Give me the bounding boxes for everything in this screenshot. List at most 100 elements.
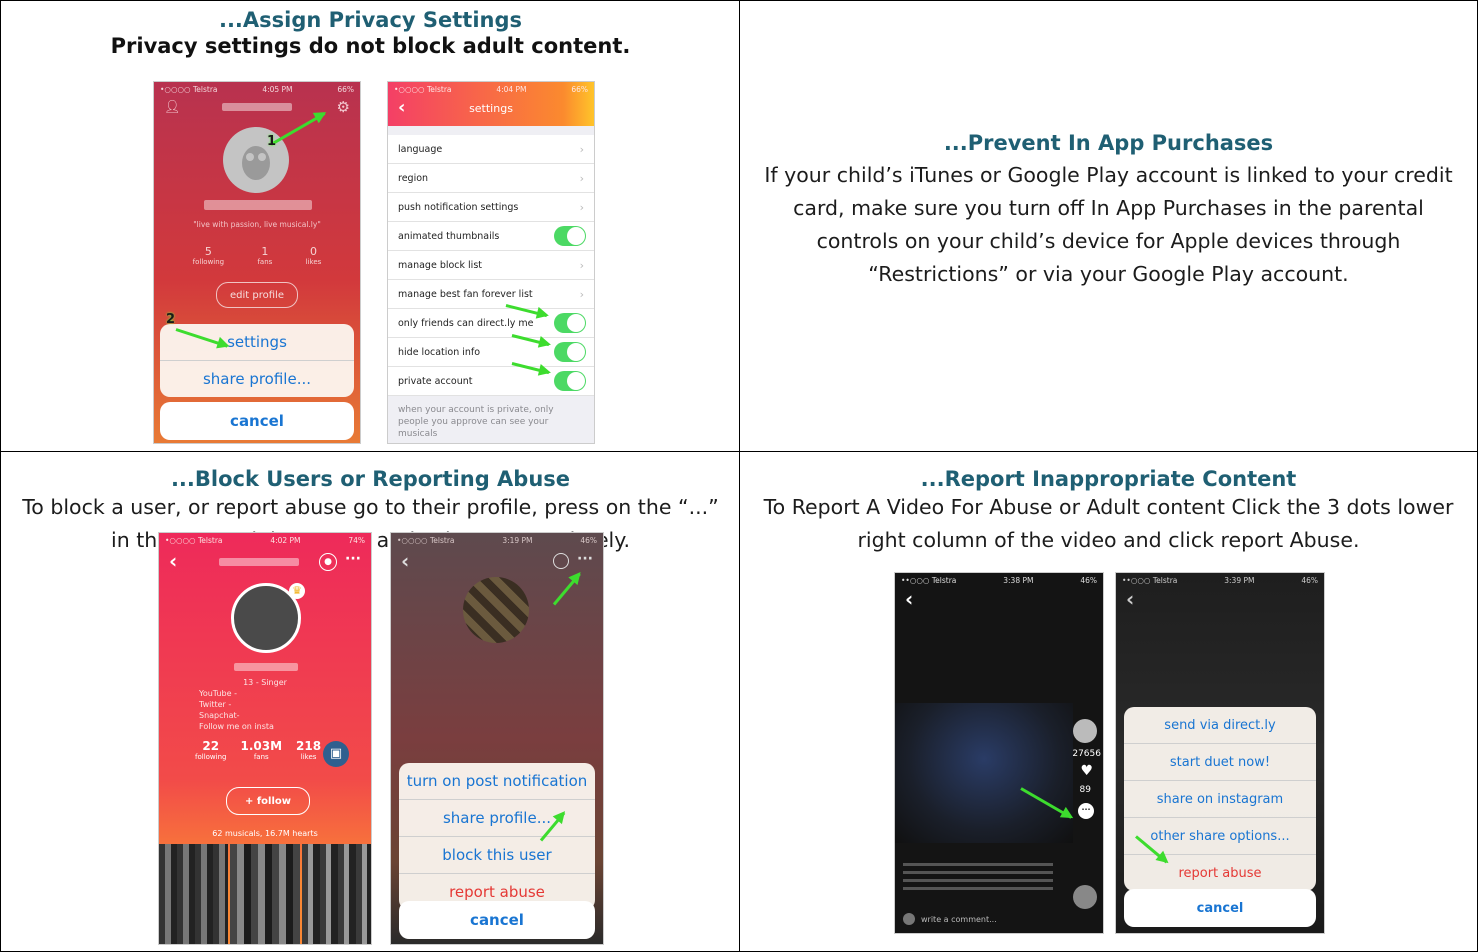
stat-following[interactable]: 22 following (195, 739, 226, 761)
follow-button[interactable]: + follow (226, 787, 310, 815)
send-direct-option[interactable]: send via direct.ly (1124, 707, 1316, 744)
chevron-right-icon: › (579, 142, 584, 156)
video-thumbnail[interactable] (159, 844, 229, 944)
settings-row[interactable]: push notification settings › (388, 193, 594, 222)
settings-list: language › region › push notification settin… (388, 135, 594, 396)
stat-following[interactable]: 5 following (193, 245, 224, 266)
screenshot-settings-list: •○○○○ Telstra 4:04 PM 66% ‹ settings lan… (387, 81, 595, 444)
cancel-button[interactable]: cancel (160, 402, 354, 440)
settings-row-label: language (398, 143, 443, 155)
back-chevron-icon[interactable]: ‹ (905, 587, 913, 611)
arrow-annotation (552, 572, 581, 606)
add-user-icon[interactable]: 👤︎ (164, 100, 181, 115)
settings-row-label: private account (398, 375, 473, 387)
settings-row[interactable]: manage block list › (388, 251, 594, 280)
screenshot-user-profile: •○○○○ Telstra 4:02 PM 74% ‹ ● ··· ♛ 13 -… (158, 532, 372, 945)
settings-row-label: region (398, 172, 429, 184)
settings-row[interactable]: language › (388, 135, 594, 164)
gear-icon[interactable]: ⚙ (337, 98, 350, 116)
comment-bar[interactable]: write a comment... (903, 911, 1063, 927)
screenshot-block-user: •○○○○ Telstra 3:19 PM 46% ‹ ··· turn on … (390, 532, 604, 945)
nav-title: settings (469, 102, 513, 115)
profile-stats: 5 following 1 fans 0 likes (154, 245, 360, 266)
settings-row-label: push notification settings (398, 201, 519, 213)
notification-bell-icon[interactable] (553, 553, 569, 569)
settings-row-label: animated thumbnails (398, 230, 500, 242)
status-bar: •○○○○ Telstra 4:04 PM 66% (394, 84, 588, 94)
avatar (463, 577, 529, 643)
start-duet-option[interactable]: start duet now! (1124, 744, 1316, 781)
block-user-option[interactable]: block this user (399, 837, 595, 874)
music-disc-icon[interactable] (1073, 885, 1097, 909)
heart-icon[interactable]: ♥ (1080, 763, 1093, 779)
bio-quote: "live with passion, live musical.ly" (193, 220, 321, 229)
comment-input[interactable]: write a comment... (921, 915, 997, 924)
back-chevron-icon[interactable]: ‹ (1126, 587, 1134, 611)
status-bar: ••○○○ Telstra 3:38 PM 46% (901, 575, 1097, 585)
share-instagram-option[interactable]: share on instagram (1124, 781, 1316, 818)
user-avatar (903, 913, 915, 925)
section-title: ...Block Users or Reporting Abuse (170, 467, 571, 491)
settings-row[interactable]: hide location info (388, 338, 594, 367)
action-sheet: send via direct.ly start duet now! share… (1124, 707, 1316, 891)
bio-line: Snapchat- (199, 711, 240, 720)
screenshot-report-sheet: ••○○○ Telstra 3:39 PM 46% ‹ send via dir… (1115, 572, 1325, 934)
section-report: ...Report Inappropriate Content To Repor… (739, 451, 1478, 952)
settings-option[interactable]: settings (160, 324, 354, 361)
bio-line: Twitter - (199, 700, 232, 709)
toggle-switch[interactable] (554, 371, 586, 391)
back-chevron-icon[interactable]: ‹ (169, 549, 177, 573)
step-marker: 2 (166, 312, 176, 327)
stat-likes[interactable]: 0 likes (306, 245, 322, 266)
time: 4:05 PM (262, 84, 293, 94)
section-title: ...Assign Privacy Settings (218, 8, 523, 32)
toggle-switch[interactable] (554, 226, 586, 246)
section-body: If your child’s iTunes or Google Play ac… (764, 163, 1453, 286)
nav-bar: •○○○○ Telstra 4:04 PM 66% ‹ settings (388, 82, 594, 126)
stat-likes[interactable]: 218 likes (296, 739, 321, 761)
caption-blurred (903, 863, 1053, 893)
settings-row-label: manage block list (398, 259, 482, 271)
section-title: ...Report Inappropriate Content (920, 467, 1297, 491)
chevron-right-icon: › (579, 287, 584, 301)
instagram-icon[interactable]: ▣ (323, 741, 349, 767)
comments-count: 89 (1079, 785, 1091, 795)
toggle-switch[interactable] (554, 342, 586, 362)
username-blurred (219, 558, 299, 566)
more-options-icon[interactable]: ··· (345, 551, 361, 567)
settings-row[interactable]: region › (388, 164, 594, 193)
stat-fans[interactable]: 1.03M fans (240, 739, 282, 761)
share-profile-option[interactable]: share profile... (160, 361, 354, 397)
post-notification-option[interactable]: turn on post notification (399, 763, 595, 800)
more-options-icon[interactable]: ··· (1078, 803, 1094, 819)
stat-fans[interactable]: 1 fans (257, 245, 272, 266)
settings-row[interactable]: animated thumbnails (388, 222, 594, 251)
edit-profile-button[interactable]: edit profile (216, 282, 298, 308)
settings-row-label: only friends can direct.ly me (398, 317, 534, 329)
video-thumbnail[interactable] (301, 844, 371, 944)
video-grid (159, 844, 371, 944)
settings-row[interactable]: only friends can direct.ly me (388, 309, 594, 338)
chevron-right-icon: › (579, 200, 584, 214)
video-thumbnail[interactable] (230, 844, 300, 944)
creator-avatar[interactable] (1073, 719, 1097, 743)
status-bar: •○○○○ Telstra 4:02 PM 74% (165, 535, 365, 545)
section-purchases: ...Prevent In App Purchases If your chil… (739, 0, 1478, 453)
toggle-switch[interactable] (554, 313, 586, 333)
bio: 13 - Singer YouTube - Twitter - Snapchat- Fo… (199, 677, 331, 732)
section-privacy: ...Assign Privacy Settings Privacy setti… (0, 0, 741, 453)
settings-row[interactable]: private account (388, 367, 594, 396)
settings-row[interactable]: manage best fan forever list › (388, 280, 594, 309)
more-options-icon[interactable]: ··· (577, 551, 593, 567)
notification-bell-icon[interactable]: ● (319, 553, 337, 571)
cancel-button[interactable]: cancel (399, 901, 595, 939)
carrier: •○○○○ Telstra (160, 84, 218, 94)
chevron-right-icon: › (579, 258, 584, 272)
cancel-button[interactable]: cancel (1124, 889, 1316, 927)
action-sheet: turn on post notification share profile.… (399, 763, 595, 910)
privacy-footer-text: when your account is private, only peopl… (398, 405, 554, 439)
report-abuse-option[interactable]: report abuse (1124, 855, 1316, 891)
video-player[interactable] (895, 703, 1073, 843)
back-chevron-icon[interactable]: ‹ (401, 549, 409, 573)
settings-row-label: hide location info (398, 346, 481, 358)
